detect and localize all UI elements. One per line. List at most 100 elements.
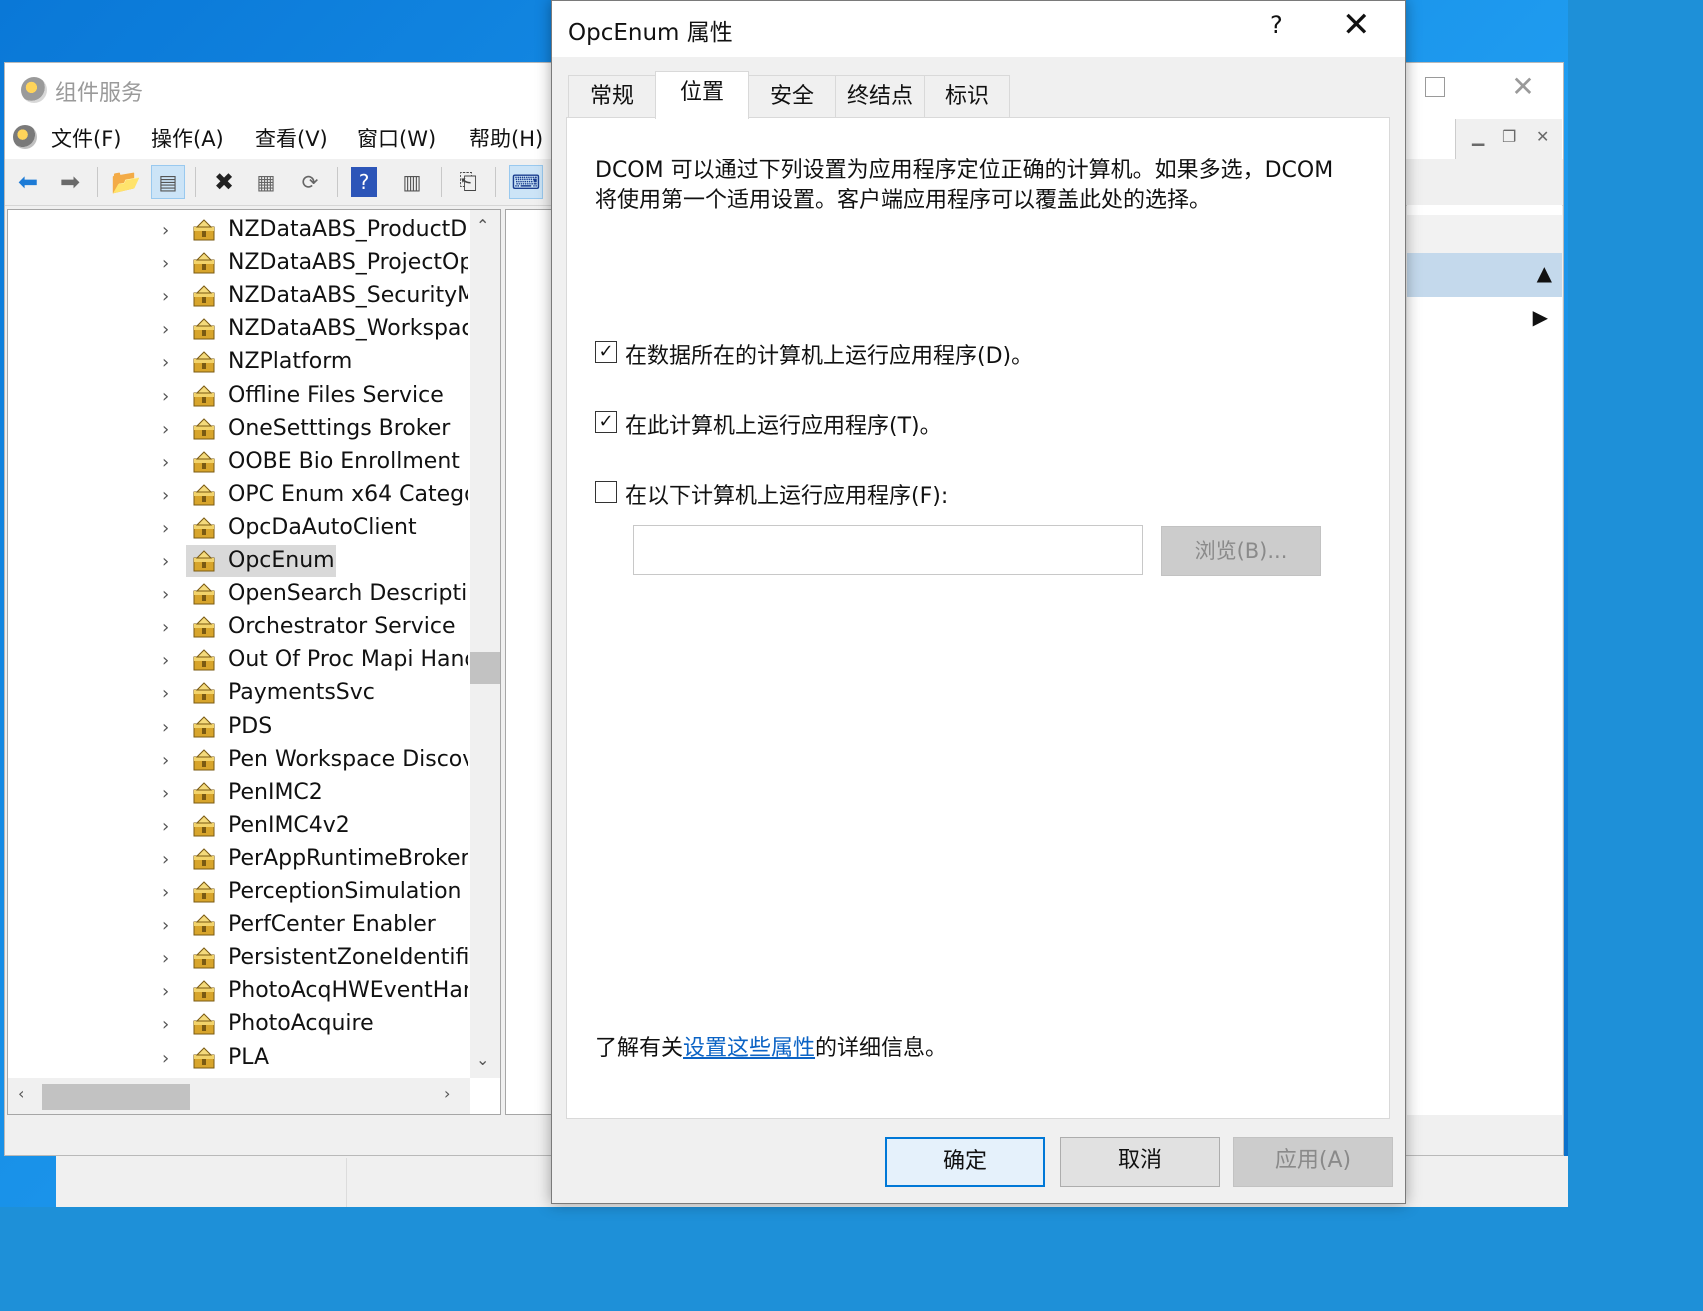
tree-item[interactable]: › Orchestrator Service xyxy=(8,611,468,644)
help-icon[interactable]: ? xyxy=(351,167,377,197)
menu-window[interactable]: 窗口(W) xyxy=(357,123,436,153)
tree-item[interactable]: › PDS xyxy=(8,711,468,744)
expand-chevron-icon[interactable]: › xyxy=(162,915,169,936)
tree-item[interactable]: › PenIMC4v2 xyxy=(8,810,468,843)
browse-button[interactable]: 浏览(B)... xyxy=(1161,526,1321,576)
scroll-thumb[interactable] xyxy=(42,1084,190,1110)
tree-item[interactable]: › OpcDaAutoClient xyxy=(8,512,468,545)
tab-general[interactable]: 常规 xyxy=(568,75,656,117)
option-run-on-data-computer[interactable]: ✓ 在数据所在的计算机上运行应用程序(D)。 xyxy=(595,338,1355,369)
expand-chevron-icon[interactable]: › xyxy=(162,584,169,605)
cancel-button[interactable]: 取消 xyxy=(1060,1137,1220,1187)
expand-chevron-icon[interactable]: › xyxy=(162,683,169,704)
tree-item[interactable]: › NZDataABS_ProductDat xyxy=(8,214,468,247)
tree-item[interactable]: › NZDataABS_SecurityMa xyxy=(8,280,468,313)
tab-location[interactable]: 位置 xyxy=(655,71,749,119)
help-button[interactable]: ? xyxy=(1270,11,1283,39)
checkbox[interactable] xyxy=(595,481,617,503)
expand-chevron-icon[interactable]: › xyxy=(162,319,169,340)
tree-item[interactable]: › NZPlatform xyxy=(8,346,468,379)
expand-chevron-icon[interactable]: › xyxy=(162,816,169,837)
scroll-left-icon[interactable]: ‹ xyxy=(18,1084,24,1103)
apply-button[interactable]: 应用(A) xyxy=(1233,1137,1393,1187)
tree-item[interactable]: › Out Of Proc Mapi Handl xyxy=(8,644,468,677)
menu-file[interactable]: 文件(F) xyxy=(51,123,121,153)
forward-icon[interactable]: ➡ xyxy=(53,165,87,199)
scroll-thumb[interactable] xyxy=(470,652,500,684)
export-list-icon[interactable]: ⎗ xyxy=(451,165,485,199)
up-folder-icon[interactable]: 📂 xyxy=(109,165,143,199)
show-hide-tree-icon[interactable]: ▤ xyxy=(151,165,185,199)
option-run-on-this-computer[interactable]: ✓ 在此计算机上运行应用程序(T)。 xyxy=(595,408,1355,439)
maximize-icon[interactable] xyxy=(1425,77,1445,97)
tree-item[interactable]: › PhotoAcquire xyxy=(8,1008,468,1041)
minimize-icon[interactable]: ▁ xyxy=(1472,127,1484,146)
expand-chevron-icon[interactable]: › xyxy=(162,352,169,373)
tab-security[interactable]: 安全 xyxy=(748,75,836,117)
expand-chevron-icon[interactable]: › xyxy=(162,617,169,638)
expand-chevron-icon[interactable]: › xyxy=(162,717,169,738)
scroll-up-icon[interactable]: ⌃ xyxy=(476,216,489,235)
tree-item[interactable]: › PersistentZoneIdentifier xyxy=(8,942,468,975)
delete-icon[interactable]: ✖ xyxy=(207,165,241,199)
checkbox[interactable]: ✓ xyxy=(595,411,617,433)
expand-chevron-icon[interactable]: › xyxy=(162,882,169,903)
tree-item[interactable]: › NZDataABS_Workspace xyxy=(8,313,468,346)
ok-button[interactable]: 确定 xyxy=(885,1137,1045,1187)
tree-item[interactable]: › Offline Files Service xyxy=(8,380,468,413)
computer-name-input[interactable] xyxy=(633,525,1143,575)
tree-item[interactable]: › OPC Enum x64 Categor xyxy=(8,479,468,512)
restore-icon[interactable]: ❐ xyxy=(1502,127,1516,146)
tree-item[interactable]: › PerfCenter Enabler xyxy=(8,909,468,942)
expand-chevron-icon[interactable]: › xyxy=(162,452,169,473)
tree-item[interactable]: › PerceptionSimulation xyxy=(8,876,468,909)
expand-chevron-icon[interactable]: › xyxy=(162,419,169,440)
tree-item[interactable]: › OpcEnum xyxy=(8,545,468,578)
menu-help[interactable]: 帮助(H) xyxy=(469,123,543,153)
expand-chevron-icon[interactable]: › xyxy=(162,750,169,771)
expand-chevron-icon[interactable]: › xyxy=(162,981,169,1002)
close-icon[interactable]: ✕ xyxy=(1505,69,1541,105)
expand-chevron-icon[interactable]: › xyxy=(162,849,169,870)
collapse-icon[interactable]: ▲ xyxy=(1537,261,1552,285)
tab-identity[interactable]: 标识 xyxy=(924,75,1010,117)
tree-item[interactable]: › PhotoAcqHWEventHanc xyxy=(8,975,468,1008)
checkbox[interactable]: ✓ xyxy=(595,341,617,363)
expand-chevron-icon[interactable]: › xyxy=(162,253,169,274)
learn-more-link[interactable]: 设置这些属性 xyxy=(683,1036,815,1061)
expand-chevron-icon[interactable]: › xyxy=(162,386,169,407)
expand-chevron-icon[interactable]: › xyxy=(162,551,169,572)
show-action-pane-icon[interactable]: ▥ xyxy=(395,165,429,199)
expand-chevron-icon[interactable]: › xyxy=(162,948,169,969)
expand-chevron-icon[interactable]: › xyxy=(162,485,169,506)
tree-item[interactable]: › NZDataABS_ProjectOpe xyxy=(8,247,468,280)
tree-item[interactable]: › PerAppRuntimeBroker xyxy=(8,843,468,876)
tree-item[interactable]: › PLA xyxy=(8,1042,468,1075)
tree-item[interactable]: › PaymentsSvc xyxy=(8,677,468,710)
expand-chevron-icon[interactable]: › xyxy=(162,650,169,671)
tree-vertical-scrollbar[interactable]: ⌃ ⌄ xyxy=(470,210,500,1078)
tree-item[interactable]: › PenIMC2 xyxy=(8,777,468,810)
expand-chevron-icon[interactable]: › xyxy=(162,518,169,539)
tree-item[interactable]: › OOBE Bio Enrollment xyxy=(8,446,468,479)
refresh-icon[interactable]: ⟳ xyxy=(293,165,327,199)
menu-action[interactable]: 操作(A) xyxy=(151,123,224,153)
properties-icon[interactable]: ▦ xyxy=(249,165,283,199)
option-run-on-following-computer[interactable]: 在以下计算机上运行应用程序(F): xyxy=(595,478,1355,509)
scroll-right-icon[interactable]: › xyxy=(444,1084,450,1103)
tree-horizontal-scrollbar[interactable]: ‹ › xyxy=(8,1078,470,1114)
tree-item[interactable]: › Pen Workspace Discove xyxy=(8,744,468,777)
close-icon[interactable]: ✕ xyxy=(1536,127,1549,146)
expand-chevron-icon[interactable]: › xyxy=(162,220,169,241)
computer-view-icon[interactable]: ⌨ xyxy=(509,165,543,199)
system-menu-icon[interactable] xyxy=(13,125,37,149)
expand-arrow-icon[interactable]: ▶ xyxy=(1533,305,1548,329)
expand-chevron-icon[interactable]: › xyxy=(162,286,169,307)
expand-chevron-icon[interactable]: › xyxy=(162,1014,169,1035)
tree-item[interactable]: › OpenSearch Descriptior xyxy=(8,578,468,611)
scroll-down-icon[interactable]: ⌄ xyxy=(476,1050,489,1069)
tree-item[interactable]: › OneSetttings Broker xyxy=(8,413,468,446)
expand-chevron-icon[interactable]: › xyxy=(162,1048,169,1069)
back-icon[interactable]: ⬅ xyxy=(11,165,45,199)
actions-selected-item[interactable]: ▲ xyxy=(1407,253,1562,297)
